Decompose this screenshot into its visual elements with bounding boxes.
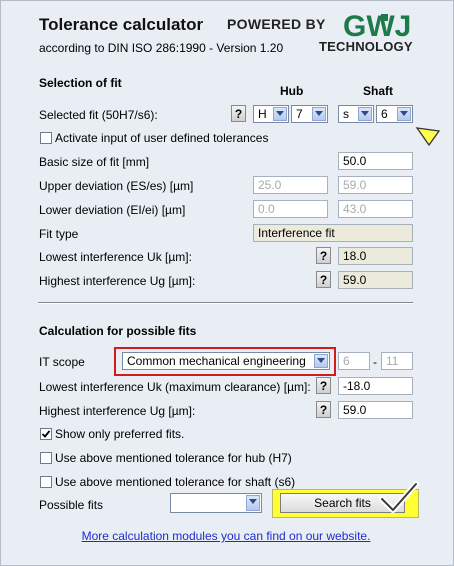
it-scope-label: IT scope: [39, 355, 85, 369]
powered-by-label: POWERED BY: [227, 16, 326, 32]
highest-interference-field: 59.0: [338, 271, 413, 289]
calculation-heading: Calculation for possible fits: [39, 324, 197, 338]
preferred-fits-label: Show only preferred fits.: [55, 427, 185, 441]
lowest-interference-label: Lowest interference Uk [µm]:: [39, 250, 192, 264]
chevron-down-icon[interactable]: [358, 107, 372, 121]
calc-highest-interference-label: Highest interference Ug [µm]:: [39, 404, 196, 418]
chevron-down-icon[interactable]: [273, 107, 287, 121]
it-scope-from-field: 6: [338, 352, 370, 370]
help-button-highest-interference[interactable]: ?: [316, 271, 331, 288]
hub-tolerance-label: Use above mentioned tolerance for hub (H…: [55, 451, 292, 465]
user-defined-checkbox[interactable]: [40, 132, 52, 144]
highest-interference-label: Highest interference Ug [µm]:: [39, 274, 196, 288]
it-scope-to-field: 11: [381, 352, 413, 370]
chevron-down-icon[interactable]: [314, 354, 328, 368]
upper-deviation-hub-field: 25.0: [253, 176, 328, 194]
lower-deviation-shaft-field: 43.0: [338, 200, 413, 218]
upper-deviation-label: Upper deviation (ES/es) [µm]: [39, 179, 194, 193]
it-scope-dash: -: [373, 355, 377, 369]
upper-deviation-shaft-field: 59.0: [338, 176, 413, 194]
more-modules-link[interactable]: More calculation modules you can find on…: [1, 529, 451, 543]
preferred-fits-checkbox[interactable]: [40, 428, 52, 440]
basic-size-input[interactable]: 50.0: [338, 152, 413, 170]
calc-lowest-interference-input[interactable]: -18.0: [338, 377, 413, 395]
possible-fits-label: Possible fits: [39, 498, 104, 512]
checkmark-annotation-icon: [379, 481, 419, 518]
fit-type-label: Fit type: [39, 227, 79, 241]
selection-heading: Selection of fit: [39, 76, 122, 90]
shaft-tolerance-checkbox[interactable]: [40, 476, 52, 488]
calc-lowest-interference-label: Lowest interference Uk (maximum clearanc…: [39, 380, 311, 394]
calculator-window: Tolerance calculator according to DIN IS…: [0, 0, 454, 566]
selected-fit-label: Selected fit (50H7/s6):: [39, 108, 158, 122]
section-divider: [38, 302, 413, 304]
chevron-down-icon[interactable]: [397, 107, 411, 121]
shaft-tolerance-label: Use above mentioned tolerance for shaft …: [55, 475, 296, 489]
calc-highest-interference-input[interactable]: 59.0: [338, 401, 413, 419]
lowest-interference-field: 18.0: [338, 247, 413, 265]
help-button-selected-fit[interactable]: ?: [231, 105, 246, 122]
user-defined-label: Activate input of user defined tolerance…: [55, 131, 269, 145]
it-scope-select[interactable]: Common mechanical engineering: [122, 352, 330, 370]
hub-tolerance-checkbox[interactable]: [40, 452, 52, 464]
technology-label: TECHNOLOGY: [319, 39, 413, 54]
possible-fits-select[interactable]: [170, 493, 262, 513]
fit-type-field: Interference fit: [253, 224, 413, 242]
pointer-arrow-icon: [415, 125, 441, 150]
page-subtitle: according to DIN ISO 286:1990 - Version …: [39, 41, 284, 55]
shaft-grade-select[interactable]: 6: [376, 105, 413, 123]
lower-deviation-hub-field: 0.0: [253, 200, 328, 218]
shaft-letter-select[interactable]: s: [338, 105, 374, 123]
hub-letter-select[interactable]: H: [253, 105, 289, 123]
hub-grade-select[interactable]: 7: [291, 105, 328, 123]
checkmark-icon: [41, 430, 51, 438]
lower-deviation-label: Lower deviation (EI/ei) [µm]: [39, 203, 186, 217]
hub-column-label: Hub: [280, 84, 304, 98]
page-title: Tolerance calculator: [39, 15, 204, 34]
help-button-calc-highest[interactable]: ?: [316, 401, 331, 418]
chevron-down-icon[interactable]: [312, 107, 326, 121]
help-button-lowest-interference[interactable]: ?: [316, 247, 331, 264]
basic-size-label: Basic size of fit [mm]: [39, 155, 150, 169]
help-button-calc-lowest[interactable]: ?: [316, 377, 331, 394]
chevron-down-icon[interactable]: [246, 495, 260, 511]
shaft-column-label: Shaft: [363, 84, 393, 98]
